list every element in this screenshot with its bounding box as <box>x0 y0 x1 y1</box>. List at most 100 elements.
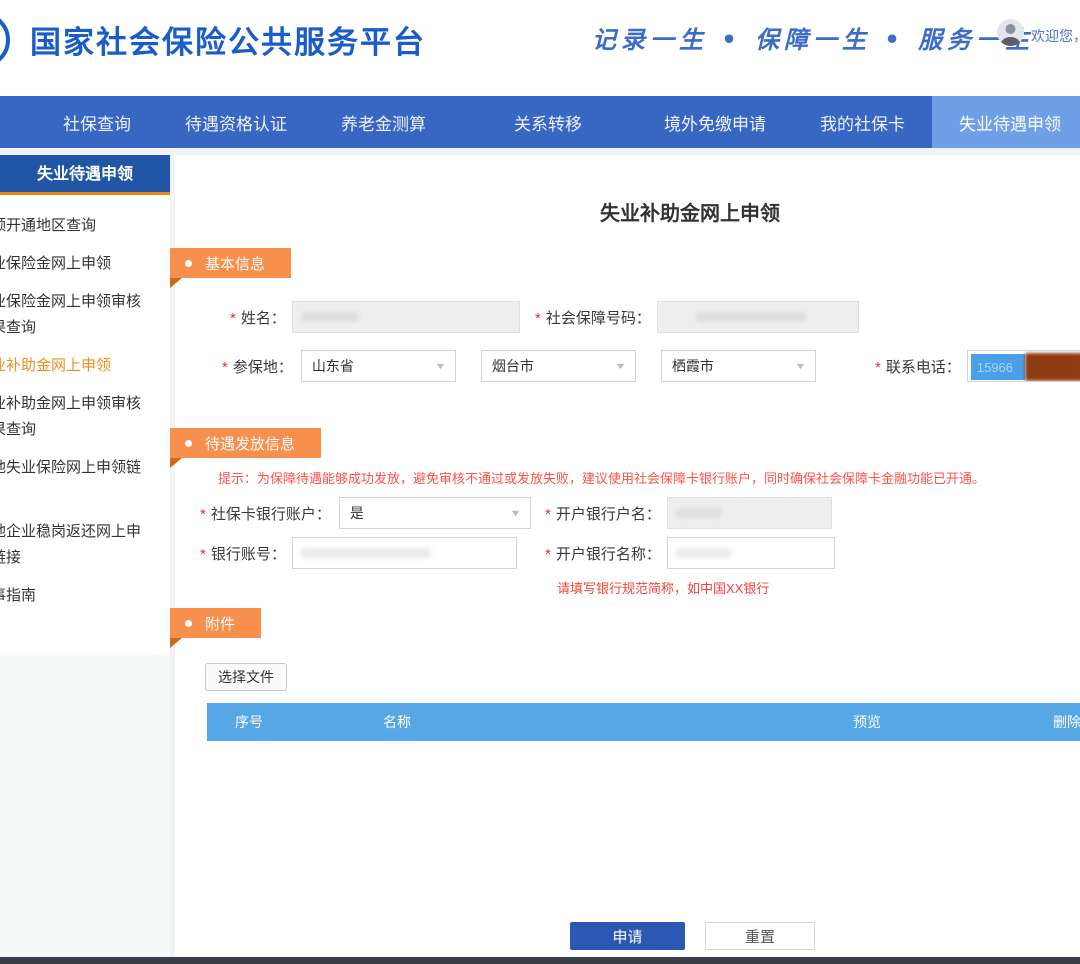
nav-tab-yanglaojin-cesuan[interactable]: 养老金测算 <box>314 96 453 148</box>
choose-file-button[interactable]: 选择文件 <box>205 663 287 691</box>
province-select[interactable]: 山东省 ▼ <box>301 350 456 382</box>
sidebar-item-kaitong-diqu-chaxun[interactable]: 申领开通地区查询 <box>0 213 165 239</box>
bullet-icon <box>185 620 192 627</box>
required-mark: * <box>200 506 206 523</box>
welcome-text: 欢迎您， <box>1031 26 1080 46</box>
top-header: 国家社会保险公共服务平台 记录一生 • 保障一生 • 服务一生 欢迎您， <box>0 0 1080 96</box>
attachment-table-header: 序号 名称 预览 删除 <box>207 703 1080 741</box>
apply-button[interactable]: 申请 <box>570 922 685 950</box>
sscard-select[interactable]: 是 ▼ <box>339 497 531 529</box>
footer-bar <box>0 957 1080 964</box>
required-mark: * <box>545 546 551 563</box>
col-name: 名称 <box>357 703 437 741</box>
province-value: 山东省 <box>312 356 354 376</box>
redacted-value <box>696 312 806 322</box>
area-label: 参保地： <box>233 356 293 377</box>
section-attachment-ribbon: 附件 <box>170 608 261 638</box>
sscard-field-group: * 社保卡银行账户： 是 ▼ <box>200 497 531 529</box>
redacted-value <box>676 508 722 518</box>
bankname-label: 开户银行名称： <box>556 543 661 564</box>
account-label: 银行账号： <box>211 543 286 564</box>
col-preview: 预览 <box>837 703 897 741</box>
ribbon-fold <box>170 278 182 288</box>
name-label: 姓名： <box>241 307 286 328</box>
sidebar-under-space <box>0 655 170 957</box>
required-mark: * <box>222 359 228 376</box>
platform-logo-icon <box>0 12 10 68</box>
city-select[interactable]: 烟台市 ▼ <box>481 350 636 382</box>
ribbon-fold <box>170 458 182 468</box>
redacted-value <box>1025 353 1080 381</box>
chevron-down-icon: ▼ <box>509 508 521 518</box>
redacted-value <box>676 548 731 558</box>
required-mark: * <box>875 359 881 376</box>
sidebar-title: 失业待遇申领 <box>0 155 170 195</box>
col-delete: 删除 <box>1037 703 1080 741</box>
district-value: 栖霞市 <box>672 356 714 376</box>
name-input[interactable] <box>292 301 520 333</box>
account-input[interactable] <box>292 537 517 569</box>
chevron-down-icon: ▼ <box>614 361 626 371</box>
selected-text-highlight: 15966 <box>971 354 1025 380</box>
phone-input[interactable]: 15966 <box>967 350 1080 382</box>
sscard-value: 是 <box>350 503 364 523</box>
required-mark: * <box>230 310 236 327</box>
city-value: 烟台市 <box>492 356 534 376</box>
account-field-group: * 银行账号： <box>200 537 517 569</box>
chevron-down-icon: ▼ <box>794 361 806 371</box>
chevron-down-icon: ▼ <box>434 361 446 371</box>
phone-field-group: * 联系电话： 15966 <box>875 350 1080 382</box>
sidebar-item-wengang-fanhuan-lianjie[interactable]: 各地企业稳岗返还网上申领链接 <box>0 519 165 571</box>
section-benefit-label: 待遇发放信息 <box>205 433 295 454</box>
holder-field-group: * 开户银行户名： <box>545 497 832 529</box>
user-avatar-icon <box>997 19 1024 46</box>
main-nav: 社保查询 待遇资格认证 养老金测算 关系转移 境外免缴申请 我的社保卡 失业待遇… <box>0 96 1080 148</box>
nav-tab-wode-shebaoka[interactable]: 我的社保卡 <box>793 96 932 148</box>
holder-label: 开户银行户名： <box>556 503 661 524</box>
bullet-icon <box>185 440 192 447</box>
sidebar: 失业待遇申领 申领开通地区查询 失业保险金网上申领 失业保险金网上申领审核结果查… <box>0 155 170 655</box>
section-basic-ribbon: 基本信息 <box>170 248 291 278</box>
ssn-field-group: * 社会保障号码： <box>535 301 859 333</box>
area-field-group: * 参保地： 山东省 ▼ 烟台市 ▼ 栖霞市 ▼ <box>222 350 816 382</box>
benefit-tip-text: 提示：为保障待遇能够成功发放，避免审核不通过或发放失败，建议使用社会保障卡银行账… <box>218 468 985 487</box>
brand-title: 国家社会保险公共服务平台 <box>30 17 426 62</box>
ssn-label: 社会保障号码： <box>546 307 651 328</box>
bullet-icon <box>185 260 192 267</box>
name-field-group: * 姓名： <box>230 301 520 333</box>
col-index: 序号 <box>235 703 263 741</box>
phone-value: 15966 <box>977 360 1013 375</box>
sidebar-item-shiye-baoxian-lianjie[interactable]: 各地失业保险网上申领链接 <box>0 455 165 507</box>
bankname-field-group: * 开户银行名称： <box>545 537 835 569</box>
section-basic-label: 基本信息 <box>205 253 265 274</box>
page: 国家社会保险公共服务平台 记录一生 • 保障一生 • 服务一生 欢迎您， 社保查… <box>0 0 1080 964</box>
bankname-input[interactable] <box>667 537 835 569</box>
ssn-input[interactable] <box>657 301 859 333</box>
sidebar-item-buzhujin-shenhe-chaxun[interactable]: 失业补助金网上申领审核结果查询 <box>0 391 165 443</box>
required-mark: * <box>535 310 541 327</box>
reset-button[interactable]: 重置 <box>705 922 815 950</box>
sidebar-item-banshi-zhinan[interactable]: 办事指南 <box>0 583 165 609</box>
sidebar-item-baoxianjin-shenhe-chaxun[interactable]: 失业保险金网上申领审核结果查询 <box>0 289 165 341</box>
district-select[interactable]: 栖霞市 ▼ <box>661 350 816 382</box>
sscard-label: 社保卡银行账户： <box>211 503 331 524</box>
section-attachment-label: 附件 <box>205 613 235 634</box>
phone-label: 联系电话： <box>886 356 961 377</box>
ribbon-fold <box>170 638 182 648</box>
sidebar-item-baoxianjin-shenling[interactable]: 失业保险金网上申领 <box>0 251 165 277</box>
section-benefit-ribbon: 待遇发放信息 <box>170 428 321 458</box>
nav-tab-shiye-daiyu-shenling[interactable]: 失业待遇申领 <box>932 96 1080 148</box>
main-content: 失业补助金网上申领 基本信息 * 姓名： * 社会保障号码： * 参保地： 山东… <box>175 155 1080 957</box>
nav-tab-daiyu-renzheng[interactable]: 待遇资格认证 <box>158 96 314 148</box>
nav-tab-guanxi-zhuanyi[interactable]: 关系转移 <box>487 96 609 148</box>
bankname-hint: 请填写银行规范简称，如中国XX银行 <box>557 578 769 597</box>
nav-tab-jingwai-mianjiao[interactable]: 境外免缴申请 <box>637 96 793 148</box>
required-mark: * <box>200 546 206 563</box>
redacted-value <box>301 548 431 558</box>
required-mark: * <box>545 506 551 523</box>
sidebar-item-buzhujin-shenling[interactable]: 失业补助金网上申领 <box>0 353 165 379</box>
slogan-text: 记录一生 • 保障一生 • 服务一生 <box>592 20 1034 55</box>
nav-tab-shebao-chaxun[interactable]: 社保查询 <box>36 96 158 148</box>
holder-input[interactable] <box>667 497 832 529</box>
sidebar-menu: 申领开通地区查询 失业保险金网上申领 失业保险金网上申领审核结果查询 失业补助金… <box>0 195 170 609</box>
